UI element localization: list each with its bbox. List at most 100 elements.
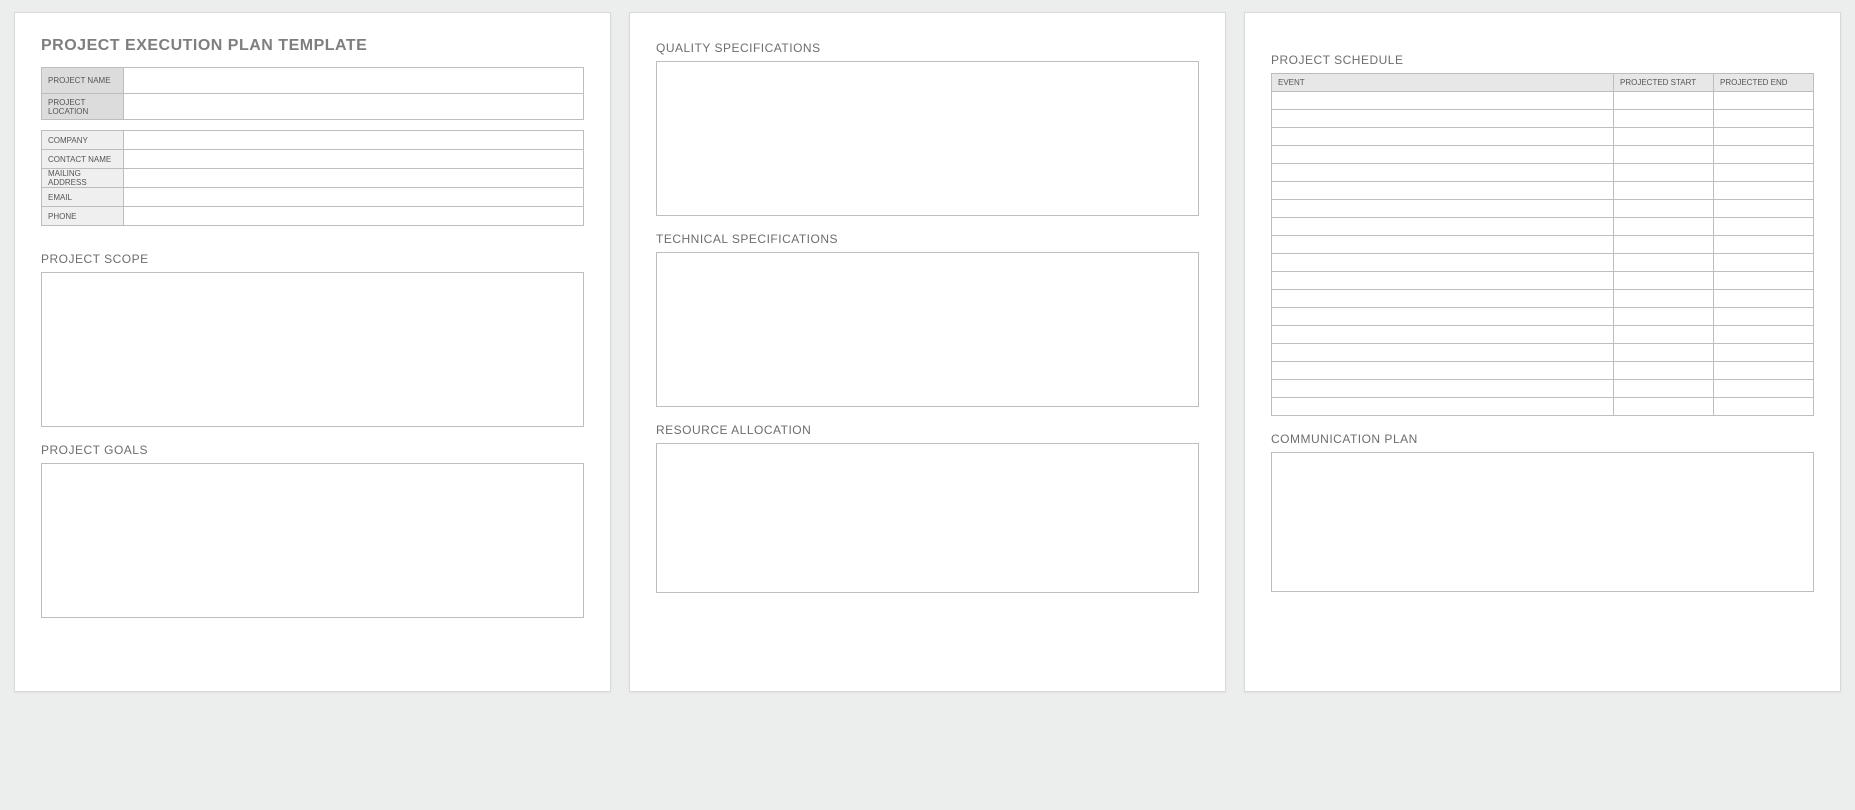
value-project-location[interactable] — [124, 94, 584, 120]
heading-technical-specs: TECHNICAL SPECIFICATIONS — [656, 232, 1199, 246]
table-row — [1272, 218, 1814, 236]
cell-event[interactable] — [1272, 110, 1614, 128]
cell-start[interactable] — [1614, 362, 1714, 380]
table-row — [1272, 254, 1814, 272]
cell-start[interactable] — [1614, 344, 1714, 362]
cell-end[interactable] — [1714, 236, 1814, 254]
cell-start[interactable] — [1614, 164, 1714, 182]
value-email[interactable] — [124, 188, 584, 207]
value-company[interactable] — [124, 131, 584, 150]
label-contact-name: CONTACT NAME — [42, 150, 124, 169]
cell-start[interactable] — [1614, 236, 1714, 254]
table-row — [1272, 398, 1814, 416]
table-row: EMAIL — [42, 188, 584, 207]
cell-end[interactable] — [1714, 182, 1814, 200]
heading-resource-allocation: RESOURCE ALLOCATION — [656, 423, 1199, 437]
value-contact-name[interactable] — [124, 150, 584, 169]
cell-event[interactable] — [1272, 236, 1614, 254]
page-1: PROJECT EXECUTION PLAN TEMPLATE PROJECT … — [14, 12, 611, 692]
table-row — [1272, 272, 1814, 290]
cell-event[interactable] — [1272, 218, 1614, 236]
cell-event[interactable] — [1272, 272, 1614, 290]
label-mailing-address: MAILING ADDRESS — [42, 169, 124, 188]
table-row — [1272, 362, 1814, 380]
cell-event[interactable] — [1272, 92, 1614, 110]
table-row: PROJECT NAME — [42, 68, 584, 94]
cell-end[interactable] — [1714, 398, 1814, 416]
cell-start[interactable] — [1614, 128, 1714, 146]
cell-start[interactable] — [1614, 272, 1714, 290]
cell-start[interactable] — [1614, 218, 1714, 236]
cell-start[interactable] — [1614, 308, 1714, 326]
value-project-name[interactable] — [124, 68, 584, 94]
cell-end[interactable] — [1714, 326, 1814, 344]
cell-end[interactable] — [1714, 146, 1814, 164]
table-row: PROJECT LOCATION — [42, 94, 584, 120]
textbox-resource-allocation[interactable] — [656, 443, 1199, 593]
cell-end[interactable] — [1714, 110, 1814, 128]
cell-start[interactable] — [1614, 398, 1714, 416]
cell-start[interactable] — [1614, 326, 1714, 344]
table-row — [1272, 380, 1814, 398]
cell-start[interactable] — [1614, 200, 1714, 218]
cell-event[interactable] — [1272, 380, 1614, 398]
cell-end[interactable] — [1714, 380, 1814, 398]
table-row: MAILING ADDRESS — [42, 169, 584, 188]
cell-event[interactable] — [1272, 326, 1614, 344]
cell-event[interactable] — [1272, 344, 1614, 362]
cell-end[interactable] — [1714, 308, 1814, 326]
cell-start[interactable] — [1614, 182, 1714, 200]
cell-event[interactable] — [1272, 200, 1614, 218]
cell-end[interactable] — [1714, 92, 1814, 110]
cell-event[interactable] — [1272, 308, 1614, 326]
textbox-project-goals[interactable] — [41, 463, 584, 618]
table-row: PHONE — [42, 207, 584, 226]
textbox-quality-specs[interactable] — [656, 61, 1199, 216]
cell-end[interactable] — [1714, 344, 1814, 362]
cell-event[interactable] — [1272, 254, 1614, 272]
table-row — [1272, 110, 1814, 128]
cell-event[interactable] — [1272, 182, 1614, 200]
cell-start[interactable] — [1614, 290, 1714, 308]
cell-end[interactable] — [1714, 128, 1814, 146]
cell-event[interactable] — [1272, 362, 1614, 380]
col-event: EVENT — [1272, 74, 1614, 92]
cell-event[interactable] — [1272, 398, 1614, 416]
table-row — [1272, 326, 1814, 344]
value-phone[interactable] — [124, 207, 584, 226]
table-row — [1272, 344, 1814, 362]
textbox-communication-plan[interactable] — [1271, 452, 1814, 592]
cell-start[interactable] — [1614, 92, 1714, 110]
table-row — [1272, 128, 1814, 146]
cell-end[interactable] — [1714, 254, 1814, 272]
table-row — [1272, 236, 1814, 254]
heading-communication-plan: COMMUNICATION PLAN — [1271, 432, 1814, 446]
col-projected-end: PROJECTED END — [1714, 74, 1814, 92]
cell-event[interactable] — [1272, 128, 1614, 146]
project-id-table: PROJECT NAME PROJECT LOCATION — [41, 67, 584, 120]
cell-end[interactable] — [1714, 218, 1814, 236]
cell-end[interactable] — [1714, 200, 1814, 218]
cell-start[interactable] — [1614, 110, 1714, 128]
cell-end[interactable] — [1714, 362, 1814, 380]
cell-event[interactable] — [1272, 164, 1614, 182]
textbox-project-scope[interactable] — [41, 272, 584, 427]
cell-start[interactable] — [1614, 380, 1714, 398]
table-row: CONTACT NAME — [42, 150, 584, 169]
table-row — [1272, 182, 1814, 200]
cell-end[interactable] — [1714, 290, 1814, 308]
table-row — [1272, 290, 1814, 308]
col-projected-start: PROJECTED START — [1614, 74, 1714, 92]
value-mailing-address[interactable] — [124, 169, 584, 188]
table-row — [1272, 308, 1814, 326]
textbox-technical-specs[interactable] — [656, 252, 1199, 407]
cell-start[interactable] — [1614, 254, 1714, 272]
cell-end[interactable] — [1714, 164, 1814, 182]
cell-event[interactable] — [1272, 290, 1614, 308]
heading-project-goals: PROJECT GOALS — [41, 443, 584, 457]
cell-start[interactable] — [1614, 146, 1714, 164]
label-email: EMAIL — [42, 188, 124, 207]
table-header-row: EVENT PROJECTED START PROJECTED END — [1272, 74, 1814, 92]
cell-end[interactable] — [1714, 272, 1814, 290]
cell-event[interactable] — [1272, 146, 1614, 164]
